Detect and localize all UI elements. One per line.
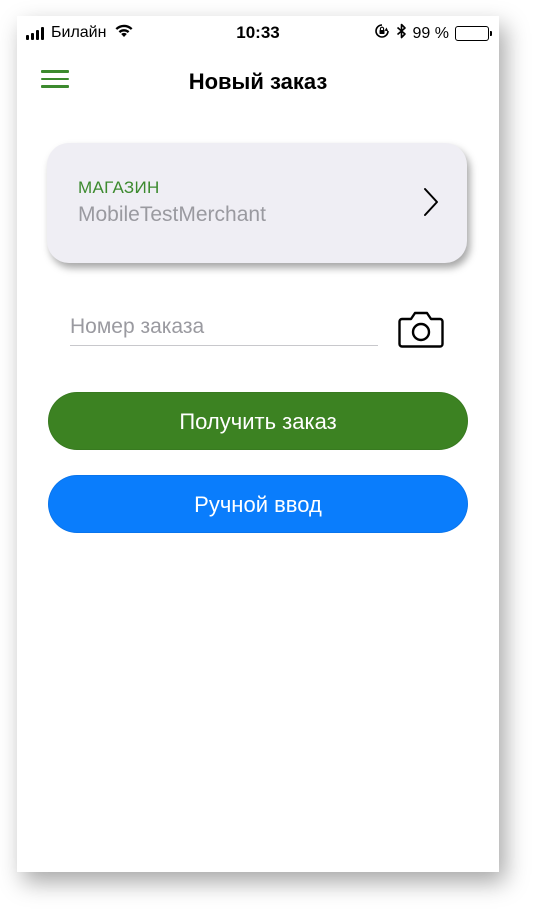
- phone-screen: Билайн 10:33 99 % Новый заказ МАГАЗИН Mo…: [17, 16, 499, 872]
- order-number-input[interactable]: [70, 312, 378, 346]
- battery-icon: [455, 26, 492, 41]
- page-title: Новый заказ: [188, 69, 328, 94]
- navigation-bar: Новый заказ: [17, 50, 499, 110]
- get-order-button[interactable]: Получить заказ: [48, 392, 468, 450]
- store-name: MobileTestMerchant: [78, 203, 266, 226]
- rotation-lock-icon: [374, 23, 390, 44]
- store-selector[interactable]: МАГАЗИН MobileTestMerchant: [47, 143, 467, 263]
- manual-entry-button[interactable]: Ручной ввод: [48, 475, 468, 533]
- screenshot-canvas: Билайн 10:33 99 % Новый заказ МАГАЗИН Mo…: [0, 0, 547, 920]
- bluetooth-icon: [396, 23, 407, 44]
- battery-percent: 99 %: [412, 24, 449, 42]
- status-bar: Билайн 10:33 99 %: [17, 16, 499, 50]
- order-number-row: [70, 308, 450, 358]
- status-bar-right: 99 %: [374, 23, 492, 44]
- chevron-right-icon: [423, 187, 439, 222]
- store-caption: МАГАЗИН: [78, 178, 160, 197]
- camera-icon[interactable]: [397, 308, 445, 350]
